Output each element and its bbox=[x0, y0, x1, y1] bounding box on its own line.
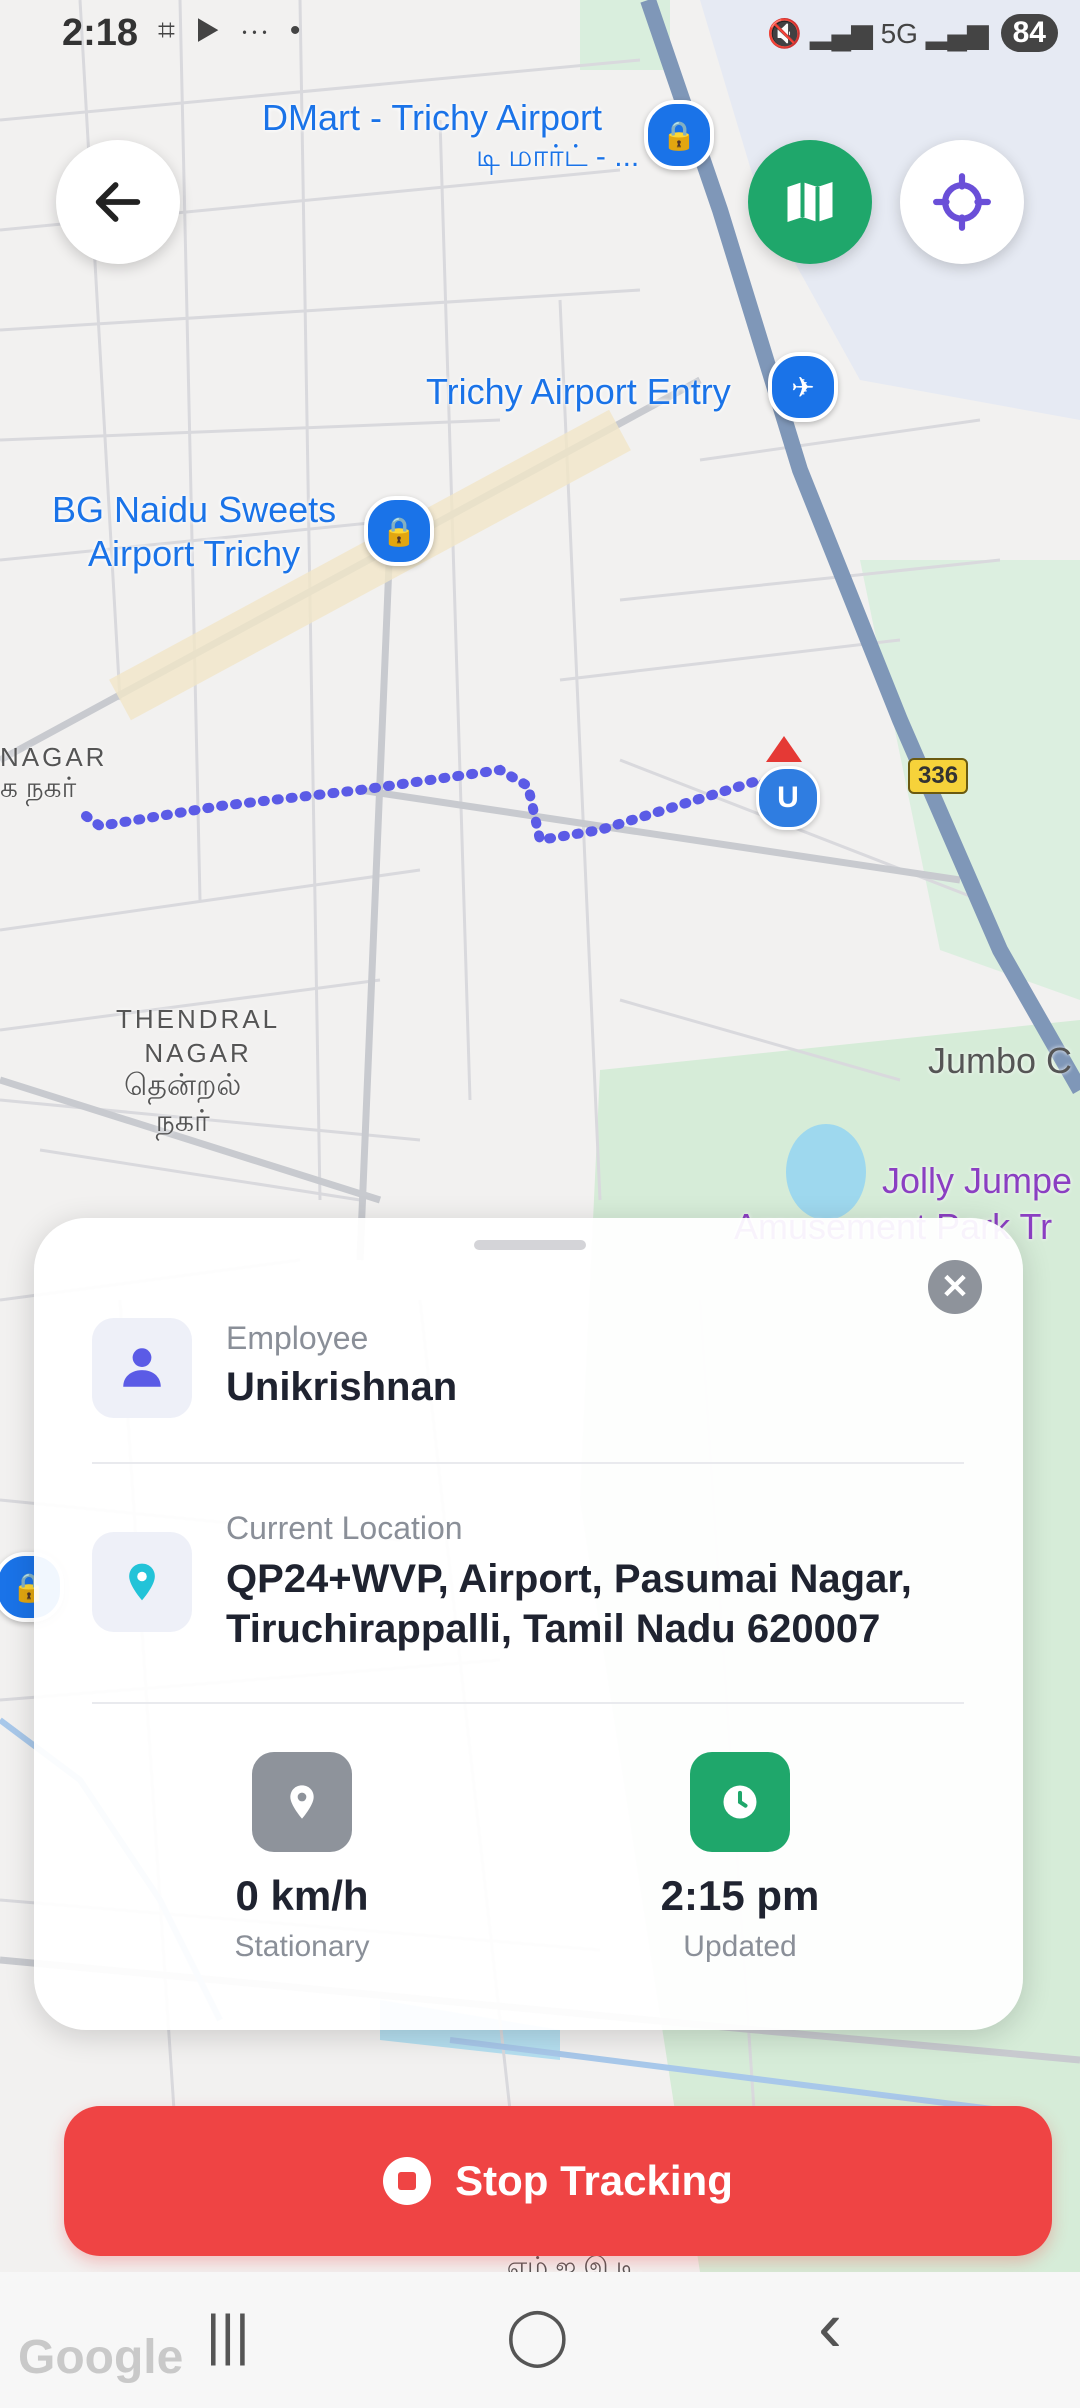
employee-label: Employee bbox=[226, 1320, 369, 1356]
status-time: 2:18 bbox=[62, 12, 139, 54]
close-sheet-button[interactable]: ✕ bbox=[928, 1260, 982, 1314]
stop-tracking-button[interactable]: Stop Tracking bbox=[64, 2106, 1052, 2256]
employee-row: Employee Unikrishnan bbox=[92, 1318, 964, 1428]
heading-arrow-icon bbox=[766, 736, 802, 762]
map-label-nagar-tamil: க நகர் bbox=[0, 772, 77, 803]
map-label-jolly[interactable]: Jolly Jumpe bbox=[882, 1158, 1072, 1204]
system-back-button[interactable]: ‹ bbox=[818, 2286, 842, 2368]
location-pin-icon bbox=[92, 1532, 192, 1632]
status-notification-icons: ⌗ ▶ ⋯ • bbox=[158, 14, 307, 47]
map-label-bg-naidu[interactable]: BG Naidu Sweets Airport Trichy bbox=[52, 488, 336, 576]
speed-value: 0 km/h bbox=[235, 1872, 369, 1919]
road-shield-336: 336 bbox=[908, 758, 969, 794]
back-button[interactable] bbox=[56, 140, 180, 264]
stop-tracking-label: Stop Tracking bbox=[455, 2157, 733, 2204]
location-address: QP24+WVP, Airport, Pasumai Nagar, Tiruch… bbox=[226, 1557, 912, 1651]
status-system-icons: 🔇 ▂▄▆ 5G ▂▄▆ 84 bbox=[767, 14, 1058, 52]
map-label-thendral-tamil: தென்றல் நகர் bbox=[124, 1069, 242, 1138]
tracking-details-sheet: ✕ Employee Unikrishnan Current Location … bbox=[34, 1218, 1023, 2030]
recents-button[interactable]: ||| bbox=[206, 2302, 250, 2367]
map-label-dmart-tamil: டி மார்ட் - ... bbox=[476, 140, 640, 173]
stop-icon bbox=[383, 2157, 432, 2205]
google-logo: Google bbox=[18, 2331, 184, 2384]
location-label: Current Location bbox=[226, 1510, 463, 1546]
map-label-dmart[interactable]: DMart - Trichy Airport bbox=[262, 96, 602, 140]
signal-icons: 🔇 ▂▄▆ 5G ▂▄▆ bbox=[767, 17, 989, 49]
airport-poi-icon[interactable]: ✈ bbox=[768, 352, 838, 422]
divider bbox=[92, 1702, 964, 1704]
sweets-poi-icon[interactable]: 🔒 bbox=[364, 496, 434, 566]
clock-icon bbox=[690, 1752, 790, 1852]
updated-label: Updated bbox=[683, 1930, 797, 1963]
location-row: Current Location QP24+WVP, Airport, Pasu… bbox=[92, 1510, 964, 1660]
person-icon bbox=[92, 1318, 192, 1418]
map-icon bbox=[787, 182, 833, 222]
user-location-marker[interactable]: U bbox=[756, 766, 820, 830]
map-label-thendral: THENDRAL NAGAR bbox=[116, 1004, 281, 1068]
speed-pin-icon bbox=[252, 1752, 352, 1852]
map-label-airport-entry[interactable]: Trichy Airport Entry bbox=[426, 370, 731, 414]
updated-stat: 2:15 pm Updated bbox=[590, 1752, 890, 1964]
updated-time: 2:15 pm bbox=[660, 1872, 820, 1919]
employee-name: Unikrishnan bbox=[226, 1365, 458, 1409]
crosshair-icon bbox=[933, 173, 991, 231]
speed-stat: 0 km/h Stationary bbox=[152, 1752, 452, 1964]
sheet-drag-handle[interactable] bbox=[474, 1240, 586, 1250]
map-label-nagar: NAGAR bbox=[0, 742, 108, 772]
home-button[interactable]: ◯ bbox=[506, 2302, 569, 2368]
map-label-jumbo[interactable]: Jumbo C bbox=[928, 1040, 1072, 1082]
speed-status: Stationary bbox=[234, 1930, 370, 1963]
status-bar: 2:18 ⌗ ▶ ⋯ • 🔇 ▂▄▆ 5G ▂▄▆ 84 bbox=[0, 0, 1080, 72]
shopping-poi-icon[interactable]: 🔒 bbox=[644, 100, 714, 170]
divider bbox=[92, 1462, 964, 1464]
battery-indicator: 84 bbox=[1000, 14, 1058, 52]
map-layers-button[interactable] bbox=[748, 140, 872, 264]
back-arrow-icon bbox=[95, 182, 141, 222]
my-location-button[interactable] bbox=[900, 140, 1024, 264]
